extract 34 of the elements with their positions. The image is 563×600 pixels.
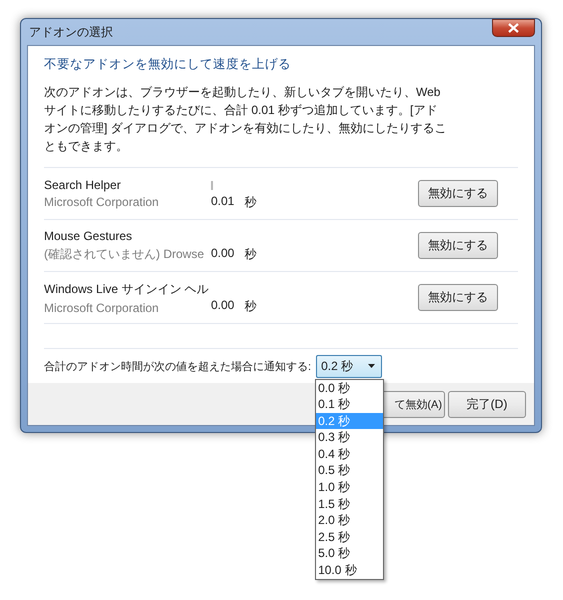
window-title: アドオンの選択 xyxy=(28,24,113,40)
disable-button[interactable]: 無効にする xyxy=(418,284,498,311)
load-time-tick xyxy=(211,180,213,190)
description-text: 次のアドオンは、ブラウザーを起動したり、新しいタブを開いたり、Web サイトに移動したりするたびに、合計 0.01 秒ずつ追加しています。[アドオンの管理] ダイアログで、アドオンを有効にしたり、無効にしたりすることもできます。 xyxy=(44,84,448,155)
dropdown-option[interactable]: 2.5 秒 xyxy=(316,528,384,546)
disable-button[interactable]: 無効にする xyxy=(418,232,498,259)
time-unit: 秒 xyxy=(244,298,256,314)
addon-publisher: (確認されていません) Drowse xyxy=(44,246,206,262)
close-icon xyxy=(508,23,519,33)
dropdown-option[interactable]: 0.5 秒 xyxy=(316,462,384,480)
load-time: 0.00 xyxy=(211,246,234,262)
load-time: 0.00 xyxy=(211,298,234,314)
dropdown-option[interactable]: 10.0 秒 xyxy=(316,562,384,579)
threshold-dropdown[interactable]: 0.2 秒 xyxy=(316,354,382,378)
dropdown-option[interactable]: 2.0 秒 xyxy=(316,512,384,529)
addon-name: Search Helper xyxy=(44,178,122,192)
dropdown-option[interactable]: 5.0 秒 xyxy=(316,545,384,562)
dropdown-option[interactable]: 0.4 秒 xyxy=(316,446,384,462)
dropdown-option[interactable]: 1.0 秒 xyxy=(316,479,384,496)
caret-icon xyxy=(368,364,376,368)
addon-name: Windows Live サインイン ヘル xyxy=(44,280,210,298)
dropdown-option[interactable]: 1.5 秒 xyxy=(316,496,384,512)
dialog-heading: 不要なアドオンを無効にして速度を上げる xyxy=(44,56,292,73)
done-button[interactable]: 完了(D) xyxy=(448,390,526,418)
load-time: 0.01 xyxy=(211,194,234,210)
time-unit: 秒 xyxy=(244,246,256,262)
addon-publisher: Microsoft Corporation xyxy=(44,195,160,209)
addon-publisher: Microsoft Corporation xyxy=(44,300,160,314)
dropdown-option[interactable]: 0.3 秒 xyxy=(316,429,384,446)
notify-label: 合計のアドオン時間が次の値を超えた場合に通知する: xyxy=(44,360,312,374)
disable-button[interactable]: 無効にする xyxy=(418,180,498,207)
close-button[interactable] xyxy=(492,19,535,37)
addon-name: Mouse Gestures xyxy=(44,228,134,242)
time-unit: 秒 xyxy=(244,194,256,210)
